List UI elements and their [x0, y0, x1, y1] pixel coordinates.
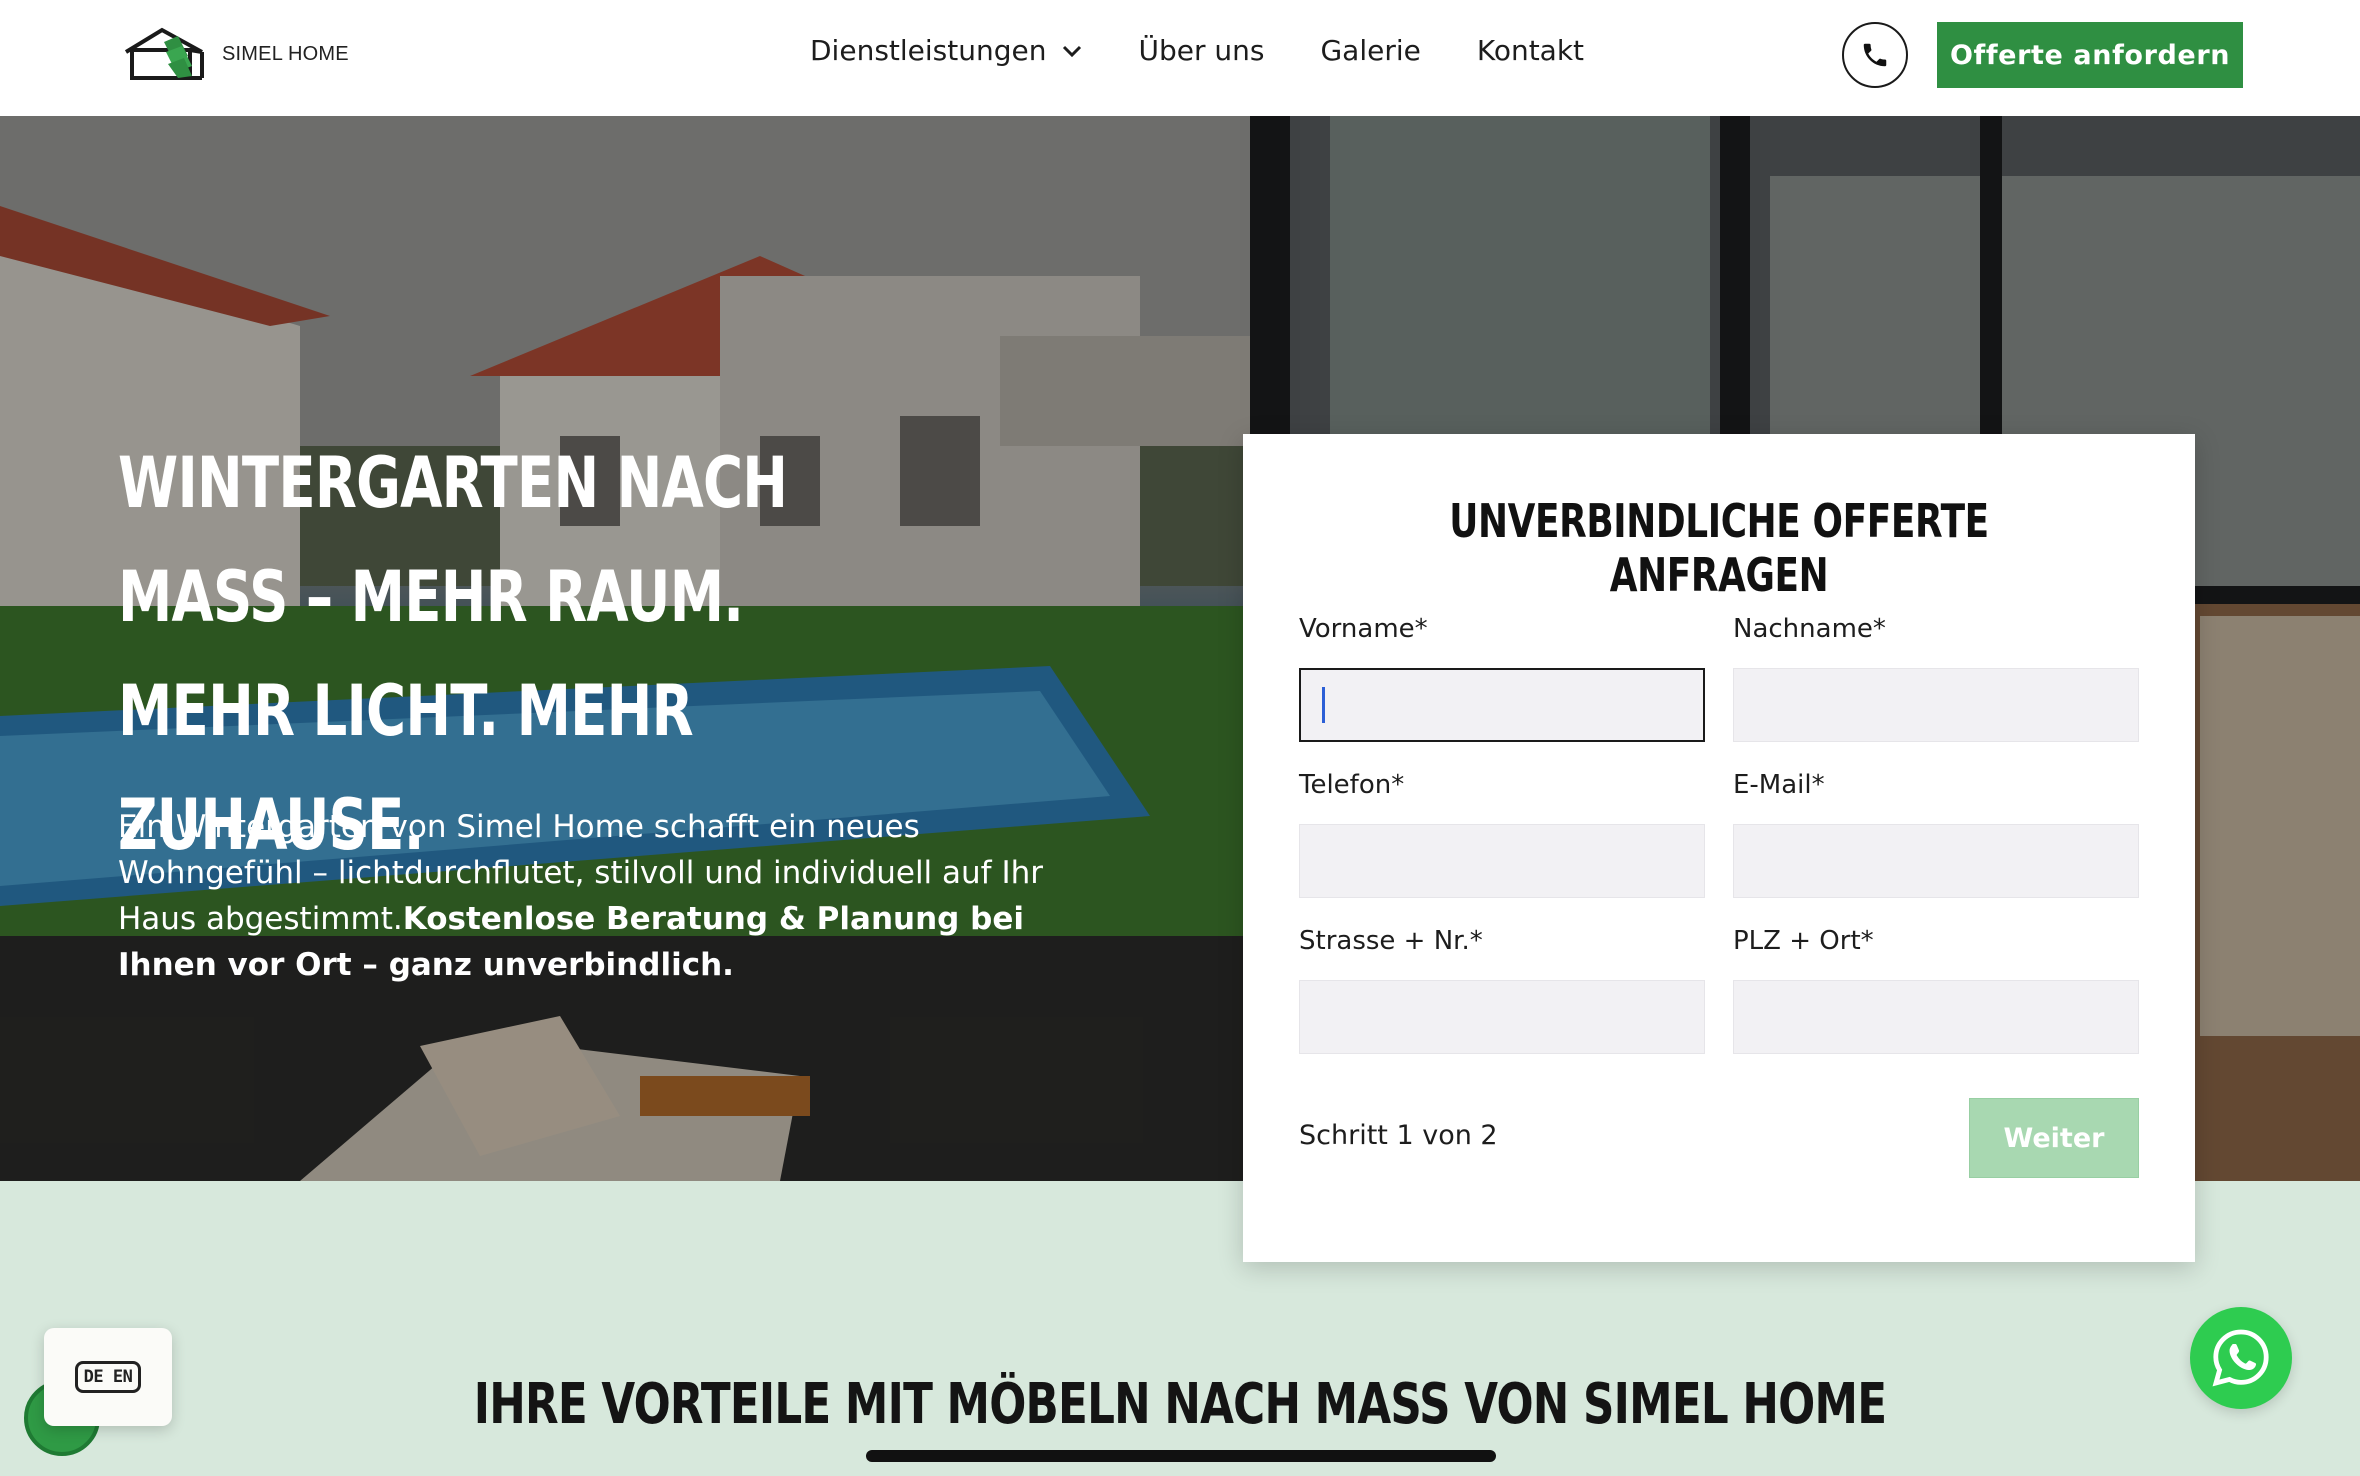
nav-item-label: Dienstleistungen — [810, 34, 1047, 67]
form-step-indicator: Schritt 1 von 2 — [1299, 1120, 1498, 1151]
form-title: Unverbindliche Offerte anfragen — [1449, 494, 1989, 602]
whatsapp-button[interactable] — [2190, 1307, 2292, 1409]
nachname-label: Nachname* — [1733, 614, 1886, 644]
nav-item-label: Über uns — [1138, 34, 1265, 67]
main-nav: Dienstleistungen Über uns Galerie Kontak… — [810, 34, 1640, 67]
plz-ort-input[interactable] — [1733, 980, 2139, 1054]
nav-item-ueber-uns[interactable]: Über uns — [1138, 34, 1264, 67]
chevron-down-icon — [1062, 45, 1082, 57]
nav-item-kontakt[interactable]: Kontakt — [1477, 34, 1584, 67]
whatsapp-icon — [2212, 1329, 2269, 1387]
nav-item-label: Kontakt — [1476, 34, 1585, 67]
phone-icon — [1863, 43, 1887, 67]
request-quote-button[interactable]: Offerte anfordern — [1937, 22, 2243, 88]
language-icon: DE EN — [74, 1361, 142, 1393]
strasse-input[interactable] — [1299, 980, 1705, 1054]
email-input[interactable] — [1733, 824, 2139, 898]
email-label: E-Mail* — [1733, 770, 1825, 800]
nav-item-dienstleistungen[interactable]: Dienstleistungen — [810, 34, 1082, 67]
next-step-button[interactable]: Weiter — [1969, 1098, 2139, 1178]
vorname-input[interactable] — [1299, 668, 1705, 742]
phone-button[interactable] — [1842, 22, 1908, 88]
text-cursor — [1322, 687, 1325, 723]
house-logo-icon — [124, 27, 204, 80]
nachname-input[interactable] — [1733, 668, 2139, 742]
language-switcher[interactable]: DE EN — [44, 1328, 172, 1426]
benefits-section-title: Ihre Vorteile mit Möbeln nach Mass von S… — [473, 1372, 1887, 1437]
quote-form-card: Unverbindliche Offerte anfragen Vorname*… — [1243, 434, 2195, 1262]
nav-item-galerie[interactable]: Galerie — [1320, 34, 1420, 67]
plz-ort-label: PLZ + Ort* — [1733, 926, 1874, 956]
vorname-label: Vorname* — [1299, 614, 1428, 644]
section-title-underline — [866, 1450, 1496, 1462]
telefon-label: Telefon* — [1299, 770, 1405, 800]
strasse-label: Strasse + Nr.* — [1299, 926, 1483, 956]
brand-name: SIMEL HOME — [222, 42, 349, 65]
telefon-input[interactable] — [1299, 824, 1705, 898]
site-header: SIMEL HOME Dienstleistungen Über uns Gal… — [0, 0, 2360, 116]
nav-item-label: Galerie — [1320, 34, 1421, 67]
brand-logo[interactable]: SIMEL HOME — [122, 26, 349, 82]
hero-description: Ein Wintergarten von Simel Home schafft … — [118, 804, 1078, 988]
